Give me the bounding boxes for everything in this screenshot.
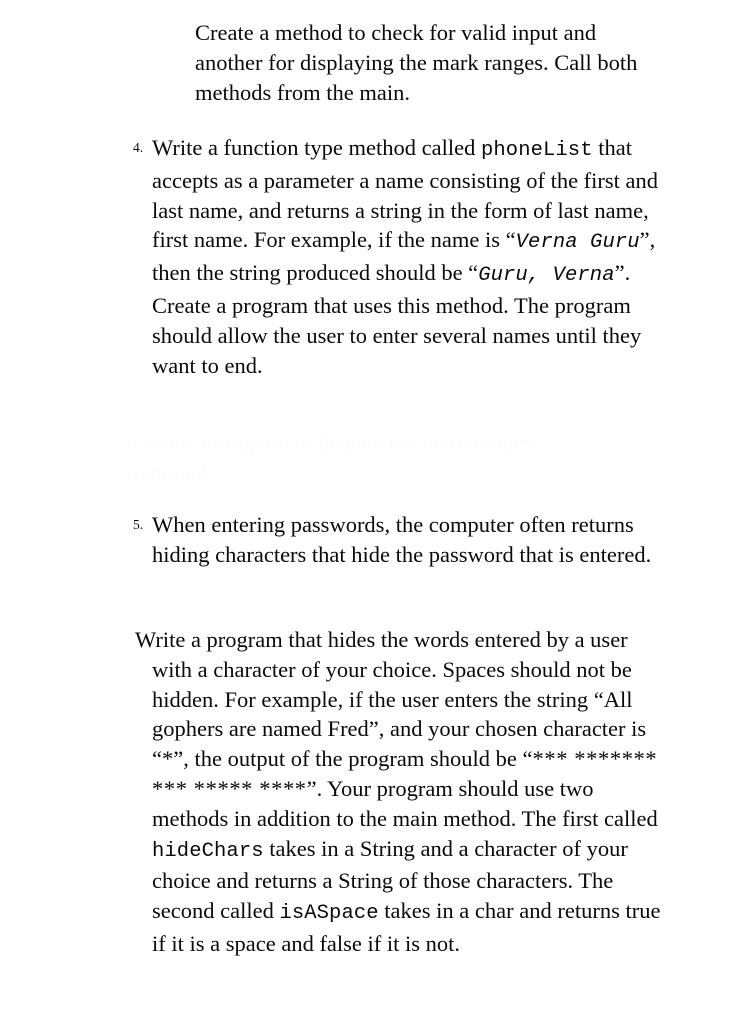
question-4-text-part-1: Write a function type method called <box>152 135 481 160</box>
code-verna-guru: Verna Guru <box>515 231 640 255</box>
code-phonelist: phoneList <box>480 139 593 162</box>
question-5-number: 5. <box>133 517 144 532</box>
continued-paragraph: Create a method to check for valid input… <box>177 18 665 107</box>
document-page: Create a method to check for valid input… <box>0 0 750 1019</box>
question-5-text: When entering passwords, the computer of… <box>152 512 652 567</box>
question-5-body-paragraph: Write a program that hides the words ent… <box>135 625 664 959</box>
question-4-number: 4. <box>133 140 144 155</box>
ghost-text-block: Create a program to display the mark ran… <box>133 428 653 488</box>
code-isaspace: isASpace <box>279 902 379 926</box>
question-item-4: 4. Write a function type method called p… <box>133 133 664 380</box>
code-guru-verna: Guru, Verna <box>478 264 615 288</box>
continued-paragraph-text: Create a method to check for valid input… <box>195 20 638 105</box>
ghost-text-line-2: required. <box>133 459 214 485</box>
code-hidechars: hideChars <box>152 839 264 863</box>
ghost-text-line-1: Create a program to display the mark ran… <box>133 430 533 455</box>
question-item-5: 5. When entering passwords, the computer… <box>133 510 664 570</box>
